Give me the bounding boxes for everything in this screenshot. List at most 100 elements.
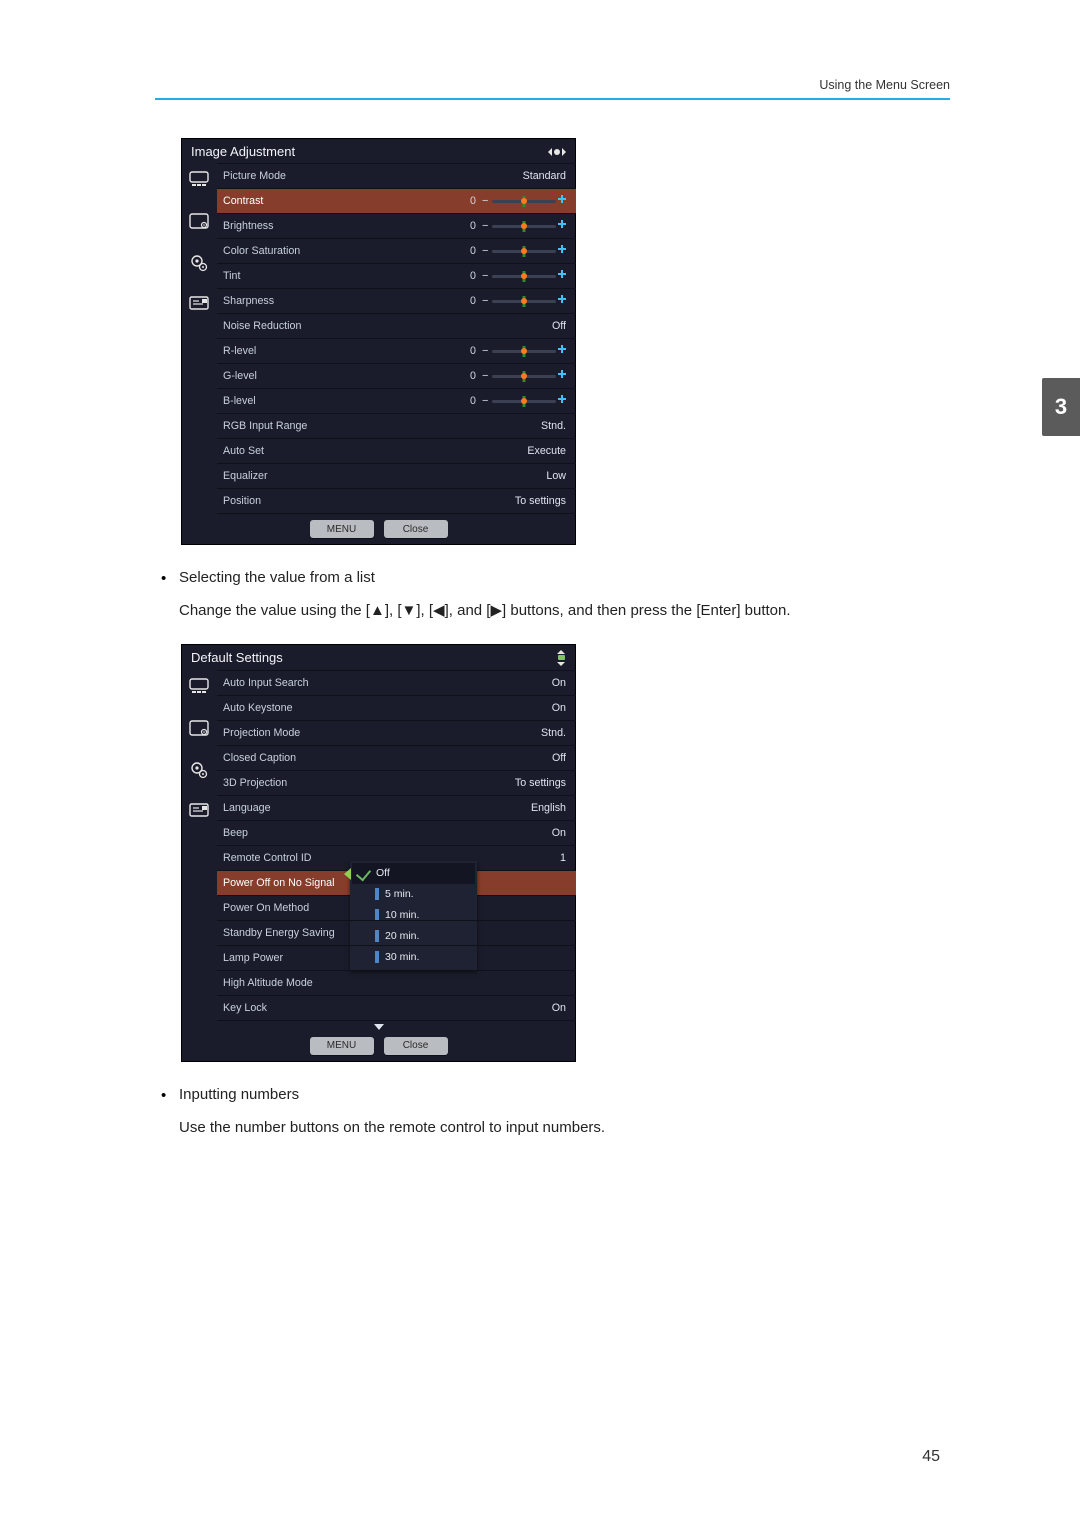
menu-row[interactable]: Contrast 0− [217,189,576,214]
row-label: Auto Keystone [223,702,363,714]
row-label: Power Off on No Signal [223,877,363,889]
row-value: On [552,677,566,689]
menu-row[interactable]: 3D Projection To settings [217,771,576,796]
down-arrow-glyph: ▼ [402,602,417,619]
row-value: On [552,827,566,839]
bullet1-sub: Change the value using the [▲], [▼], [◀]… [179,600,950,622]
menu-row[interactable]: EqualizerLow [217,464,576,489]
network-icon [188,294,210,316]
menu-row[interactable]: Picture Mode Standard [217,163,576,189]
close-button[interactable]: Close [384,1037,448,1055]
image-adjust-icon [188,717,210,739]
row-label: Picture Mode [223,170,335,182]
menu-row[interactable]: Power On Method [217,896,576,921]
row-label: Power On Method [223,902,363,914]
bullet2-lead: Inputting numbers [179,1086,950,1103]
menu2-footer: MENU Close [181,1031,576,1062]
slider-control[interactable]: 0− [462,295,566,307]
menu-row[interactable]: Power Off on No SignalOff5 min.10 min.20… [217,871,576,896]
menu-row[interactable]: PositionTo settings [217,489,576,514]
bullet1-lead: Selecting the value from a list [179,569,950,586]
menu1-side-icons [181,163,217,514]
slider-control[interactable]: 0− [462,370,566,382]
row-label: Contrast [223,195,335,207]
menu-row[interactable]: Closed Caption Off [217,746,576,771]
menu2-title: Default Settings [191,650,283,665]
right-arrow-glyph: ▶ [490,602,502,619]
row-label: Auto Input Search [223,677,363,689]
chapter-tab: 3 [1042,378,1080,436]
row-label: 3D Projection [223,777,363,789]
row-label: Language [223,802,363,814]
menu-row[interactable]: Auto Input Search On [217,670,576,696]
row-value: 1 [560,852,566,864]
menu-row[interactable]: B-level 0− [217,389,576,414]
bullet2-sub: Use the number buttons on the remote con… [179,1117,950,1139]
slider-control[interactable]: 0− [462,270,566,282]
menu-row[interactable]: G-level 0− [217,364,576,389]
menu-row[interactable]: Noise ReductionOff [217,314,576,339]
row-label: Equalizer [223,470,335,482]
slider-control[interactable]: 0− [462,220,566,232]
slider-value: 0 [462,220,476,232]
row-label: Lamp Power [223,952,363,964]
row-value: Standard [523,170,566,182]
vertical-nav-icon [556,650,566,666]
slider-control[interactable]: 0− [462,195,566,207]
menu-row[interactable]: Key LockOn [217,996,576,1021]
header-rule [155,98,950,100]
row-label: Projection Mode [223,727,363,739]
running-head: Using the Menu Screen [155,78,950,92]
bullet-inputting-numbers: Inputting numbers Use the number buttons… [179,1086,950,1139]
menu-row[interactable]: Auto Keystone On [217,696,576,721]
up-arrow-glyph: ▲ [370,602,385,619]
row-label: Beep [223,827,363,839]
bullet-selecting-value: Selecting the value from a list Change t… [179,569,950,622]
close-button[interactable]: Close [384,520,448,538]
left-arrow-glyph: ◀ [433,602,445,619]
slider-value: 0 [462,295,476,307]
menu1-title: Image Adjustment [191,144,295,159]
row-label: R-level [223,345,335,357]
network-icon [188,801,210,823]
menu-row[interactable]: High Altitude Mode [217,971,576,996]
row-value: To settings [515,495,566,507]
row-label: Auto Set [223,445,335,457]
menu-row[interactable]: Brightness0− [217,214,576,239]
menu-row[interactable]: RGB Input RangeStnd. [217,414,576,439]
row-label: Sharpness [223,295,335,307]
menu-default-settings: Default Settings [181,644,576,1062]
row-label: G-level [223,370,335,382]
menu-row[interactable]: Standby Energy Saving [217,921,576,946]
menu-row[interactable]: R-level 0− [217,339,576,364]
menu-row[interactable]: Sharpness 0− [217,289,576,314]
menu-row[interactable]: Auto Set Execute [217,439,576,464]
slider-control[interactable]: 0− [462,245,566,257]
slider-control[interactable]: 0− [462,345,566,357]
input-icon [188,168,210,190]
menu-row[interactable]: Tint0− [217,264,576,289]
menu-row[interactable]: LanguageEnglish [217,796,576,821]
row-value: To settings [515,777,566,789]
slider-value: 0 [462,395,476,407]
slider-value: 0 [462,370,476,382]
row-value: Off [552,320,566,332]
menu-row[interactable]: Beep On [217,821,576,846]
row-label: B-level [223,395,335,407]
row-value: Execute [527,445,566,457]
row-label: High Altitude Mode [223,977,363,989]
row-value: Off [552,752,566,764]
slider-control[interactable]: 0− [462,395,566,407]
list-option-label: Off [376,867,390,879]
page-number: 45 [922,1448,940,1466]
menu-button[interactable]: MENU [310,520,374,538]
row-value: On [552,702,566,714]
menu-row[interactable]: Projection ModeStnd. [217,721,576,746]
menu-row[interactable]: Color Saturation 0− [217,239,576,264]
menu-row[interactable]: Lamp Power [217,946,576,971]
list-option[interactable]: Off [352,863,475,884]
menu-button[interactable]: MENU [310,1037,374,1055]
row-label: Closed Caption [223,752,363,764]
menu-image-adjustment: Image Adjustment [181,138,576,545]
row-label: Color Saturation [223,245,335,257]
